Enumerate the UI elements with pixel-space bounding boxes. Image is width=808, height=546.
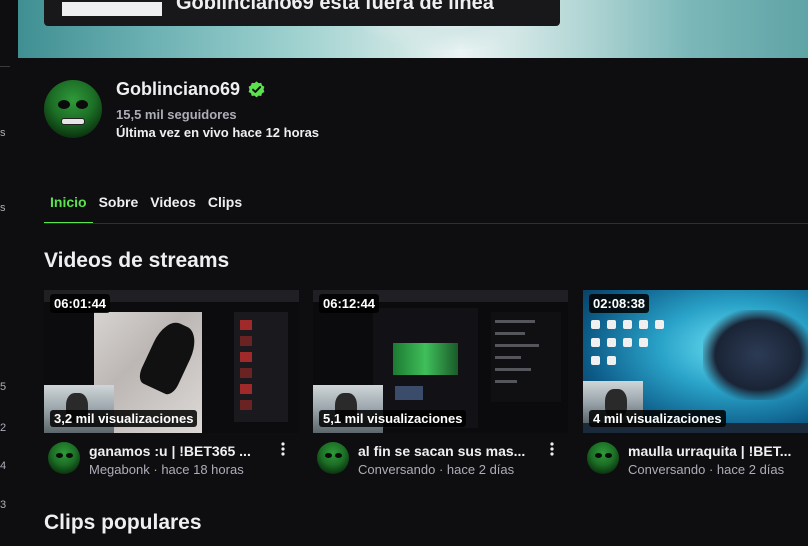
video-age: hace 2 días: [716, 462, 785, 477]
kebab-menu-icon[interactable]: [276, 442, 290, 462]
follower-count: 15,5 mil seguidores: [116, 107, 237, 122]
video-subtitle: Megabonk · hace 18 horas: [89, 462, 244, 477]
kebab-menu-icon[interactable]: [545, 442, 559, 462]
offline-text: Goblinciano69 está fuera de línea: [176, 0, 494, 14]
separator: ·: [708, 462, 714, 477]
channel-avatar-small[interactable]: [48, 442, 80, 474]
video-age: hace 2 días: [446, 462, 515, 477]
video-subtitle: Conversando · hace 2 días: [358, 462, 514, 477]
left-sidebar-edge: s s 5 2 4 3: [0, 0, 10, 546]
video-title[interactable]: ganamos :u | !BET365 ...: [89, 443, 271, 459]
video-card: 02:08:38 4 mil visualizaciones maulla ur…: [583, 290, 808, 478]
separator: ·: [153, 462, 158, 477]
sidebar-fragment: s: [0, 127, 6, 139]
channel-avatar[interactable]: [44, 80, 102, 138]
video-category[interactable]: Conversando: [628, 462, 705, 477]
video-thumbnail[interactable]: 06:12:44 5,1 mil visualizaciones: [313, 290, 568, 433]
section-title-clips: Clips populares: [44, 511, 202, 534]
offline-badge: [62, 2, 162, 16]
offline-status-box: Goblinciano69 está fuera de línea: [44, 0, 560, 26]
sidebar-fragment: 3: [0, 499, 7, 511]
video-duration: 06:12:44: [319, 294, 380, 313]
channel-name-text: Goblinciano69: [116, 79, 241, 99]
video-thumbnail[interactable]: 02:08:38 4 mil visualizaciones: [583, 290, 808, 433]
sidebar-fragment: 2: [0, 422, 7, 434]
video-duration: 06:01:44: [50, 294, 111, 313]
channel-avatar-small[interactable]: [317, 442, 349, 474]
sidebar-divider: [0, 66, 10, 67]
video-card: 06:01:44 3,2 mil visualizaciones ganamos…: [44, 290, 299, 478]
video-title[interactable]: maulla urraquita | !BET...: [628, 443, 808, 459]
video-views: 4 mil visualizaciones: [589, 410, 726, 427]
video-meta: maulla urraquita | !BET... Conversando ·…: [583, 442, 808, 478]
video-duration: 02:08:38: [589, 294, 650, 313]
video-views: 5,1 mil visualizaciones: [319, 410, 467, 427]
sidebar-fragment: s: [0, 202, 6, 214]
video-meta: al fin se sacan sus mas... Conversando ·…: [313, 442, 568, 478]
video-age: hace 18 horas: [161, 462, 244, 477]
video-meta: ganamos :u | !BET365 ... Megabonk · hace…: [44, 442, 299, 478]
sidebar-fragment: 4: [0, 460, 7, 472]
verified-check-icon: [247, 80, 266, 99]
last-live-status: Última vez en vivo hace 12 horas: [116, 125, 320, 140]
section-title-videos: Videos de streams: [44, 249, 230, 272]
tabs-divider: [44, 223, 808, 224]
channel-name: Goblinciano69: [116, 79, 266, 100]
video-views: 3,2 mil visualizaciones: [50, 410, 198, 427]
channel-tabs: Inicio Sobre Videos Clips: [44, 194, 248, 224]
video-thumbnail[interactable]: 06:01:44 3,2 mil visualizaciones: [44, 290, 299, 433]
tab-videos[interactable]: Videos: [144, 194, 202, 224]
tab-clips[interactable]: Clips: [202, 194, 248, 224]
video-category[interactable]: Conversando: [358, 462, 435, 477]
channel-banner: Goblinciano69 está fuera de línea: [18, 0, 808, 58]
tab-inicio[interactable]: Inicio: [44, 194, 93, 224]
tab-sobre[interactable]: Sobre: [93, 194, 145, 224]
video-card: 06:12:44 5,1 mil visualizaciones al fin …: [313, 290, 568, 478]
sidebar-fragment: 5: [0, 381, 7, 393]
channel-avatar-small[interactable]: [587, 442, 619, 474]
video-category[interactable]: Megabonk: [89, 462, 150, 477]
video-subtitle: Conversando · hace 2 días: [628, 462, 784, 477]
video-title[interactable]: al fin se sacan sus mas...: [358, 443, 540, 459]
separator: ·: [438, 462, 444, 477]
